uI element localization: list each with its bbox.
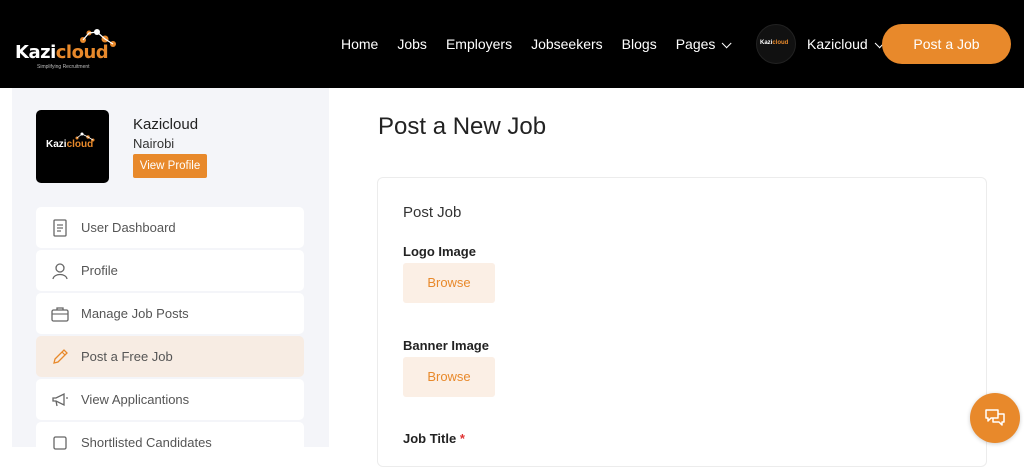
user-menu[interactable]: Kazicloud [807, 36, 885, 52]
nav-employers[interactable]: Employers [446, 36, 512, 52]
sidebar-item-label: Profile [81, 263, 118, 278]
sidebar-item-profile[interactable]: Profile [36, 250, 304, 291]
profile-name: Kazicloud [133, 116, 199, 133]
logo-mark-icon [75, 132, 95, 142]
nav-home[interactable]: Home [341, 36, 378, 52]
chat-button[interactable] [970, 393, 1020, 443]
nav-pages-label: Pages [675, 36, 716, 52]
document-icon [50, 218, 70, 238]
logo-tagline: Simplifying Recruitment [37, 64, 90, 70]
user-name-label: Kazicloud [807, 36, 868, 52]
job-title-text: Job Title [403, 431, 457, 446]
profile-image: Kazicloud [36, 110, 109, 183]
user-avatar[interactable]: Kazicloud [756, 24, 796, 64]
sidebar: Kazicloud Kazicloud Nairobi View Profile… [12, 88, 329, 463]
site-logo[interactable]: Kazicloud Simplifying Recruitment [15, 28, 116, 70]
sidebar-item-user-dashboard[interactable]: User Dashboard [36, 207, 304, 248]
post-job-form: Post Job Logo Image Browse Banner Image … [377, 177, 987, 467]
banner-browse-button[interactable]: Browse [403, 357, 495, 397]
pencil-icon [50, 347, 70, 367]
job-title-label: Job Title * [403, 431, 465, 446]
logo-mark-icon [80, 29, 116, 47]
nav-blogs[interactable]: Blogs [622, 36, 657, 52]
sidebar-item-shortlisted-candidates[interactable]: Shortlisted Candidates [36, 422, 304, 463]
sidebar-item-label: Manage Job Posts [81, 306, 189, 321]
briefcase-icon [50, 304, 70, 324]
sidebar-item-post-a-free-job[interactable]: Post a Free Job [36, 336, 304, 377]
sidebar-item-view-applications[interactable]: View Applicantions [36, 379, 304, 420]
main-nav: Home Jobs Employers Jobseekers Blogs Pag… [341, 36, 732, 52]
banner-image-label: Banner Image [403, 338, 489, 353]
chat-icon [985, 409, 1005, 426]
nav-jobseekers[interactable]: Jobseekers [531, 36, 603, 52]
top-header: Kazicloud Simplifying Recruitment Home J… [0, 0, 1024, 88]
form-title: Post Job [403, 204, 462, 221]
sidebar-item-label: Post a Free Job [81, 349, 173, 364]
nav-pages[interactable]: Pages [675, 36, 732, 52]
chevron-down-icon [722, 38, 732, 49]
required-mark: * [459, 431, 465, 446]
sidebar-item-label: User Dashboard [81, 220, 176, 235]
nav-jobs[interactable]: Jobs [397, 36, 427, 52]
checkbox-icon [50, 433, 70, 453]
logo-browse-button[interactable]: Browse [403, 263, 495, 303]
post-a-job-button[interactable]: Post a Job [882, 24, 1011, 64]
sidebar-item-label: Shortlisted Candidates [81, 435, 212, 450]
megaphone-icon [50, 390, 70, 410]
sidebar-item-manage-job-posts[interactable]: Manage Job Posts [36, 293, 304, 334]
page-title: Post a New Job [378, 113, 547, 140]
profile-location: Nairobi [133, 136, 175, 151]
user-icon [50, 261, 70, 281]
view-profile-button[interactable]: View Profile [133, 154, 207, 178]
sidebar-item-label: View Applicantions [81, 392, 190, 407]
avatar-logo: Kazicloud [760, 40, 789, 46]
logo-image-label: Logo Image [403, 244, 476, 259]
